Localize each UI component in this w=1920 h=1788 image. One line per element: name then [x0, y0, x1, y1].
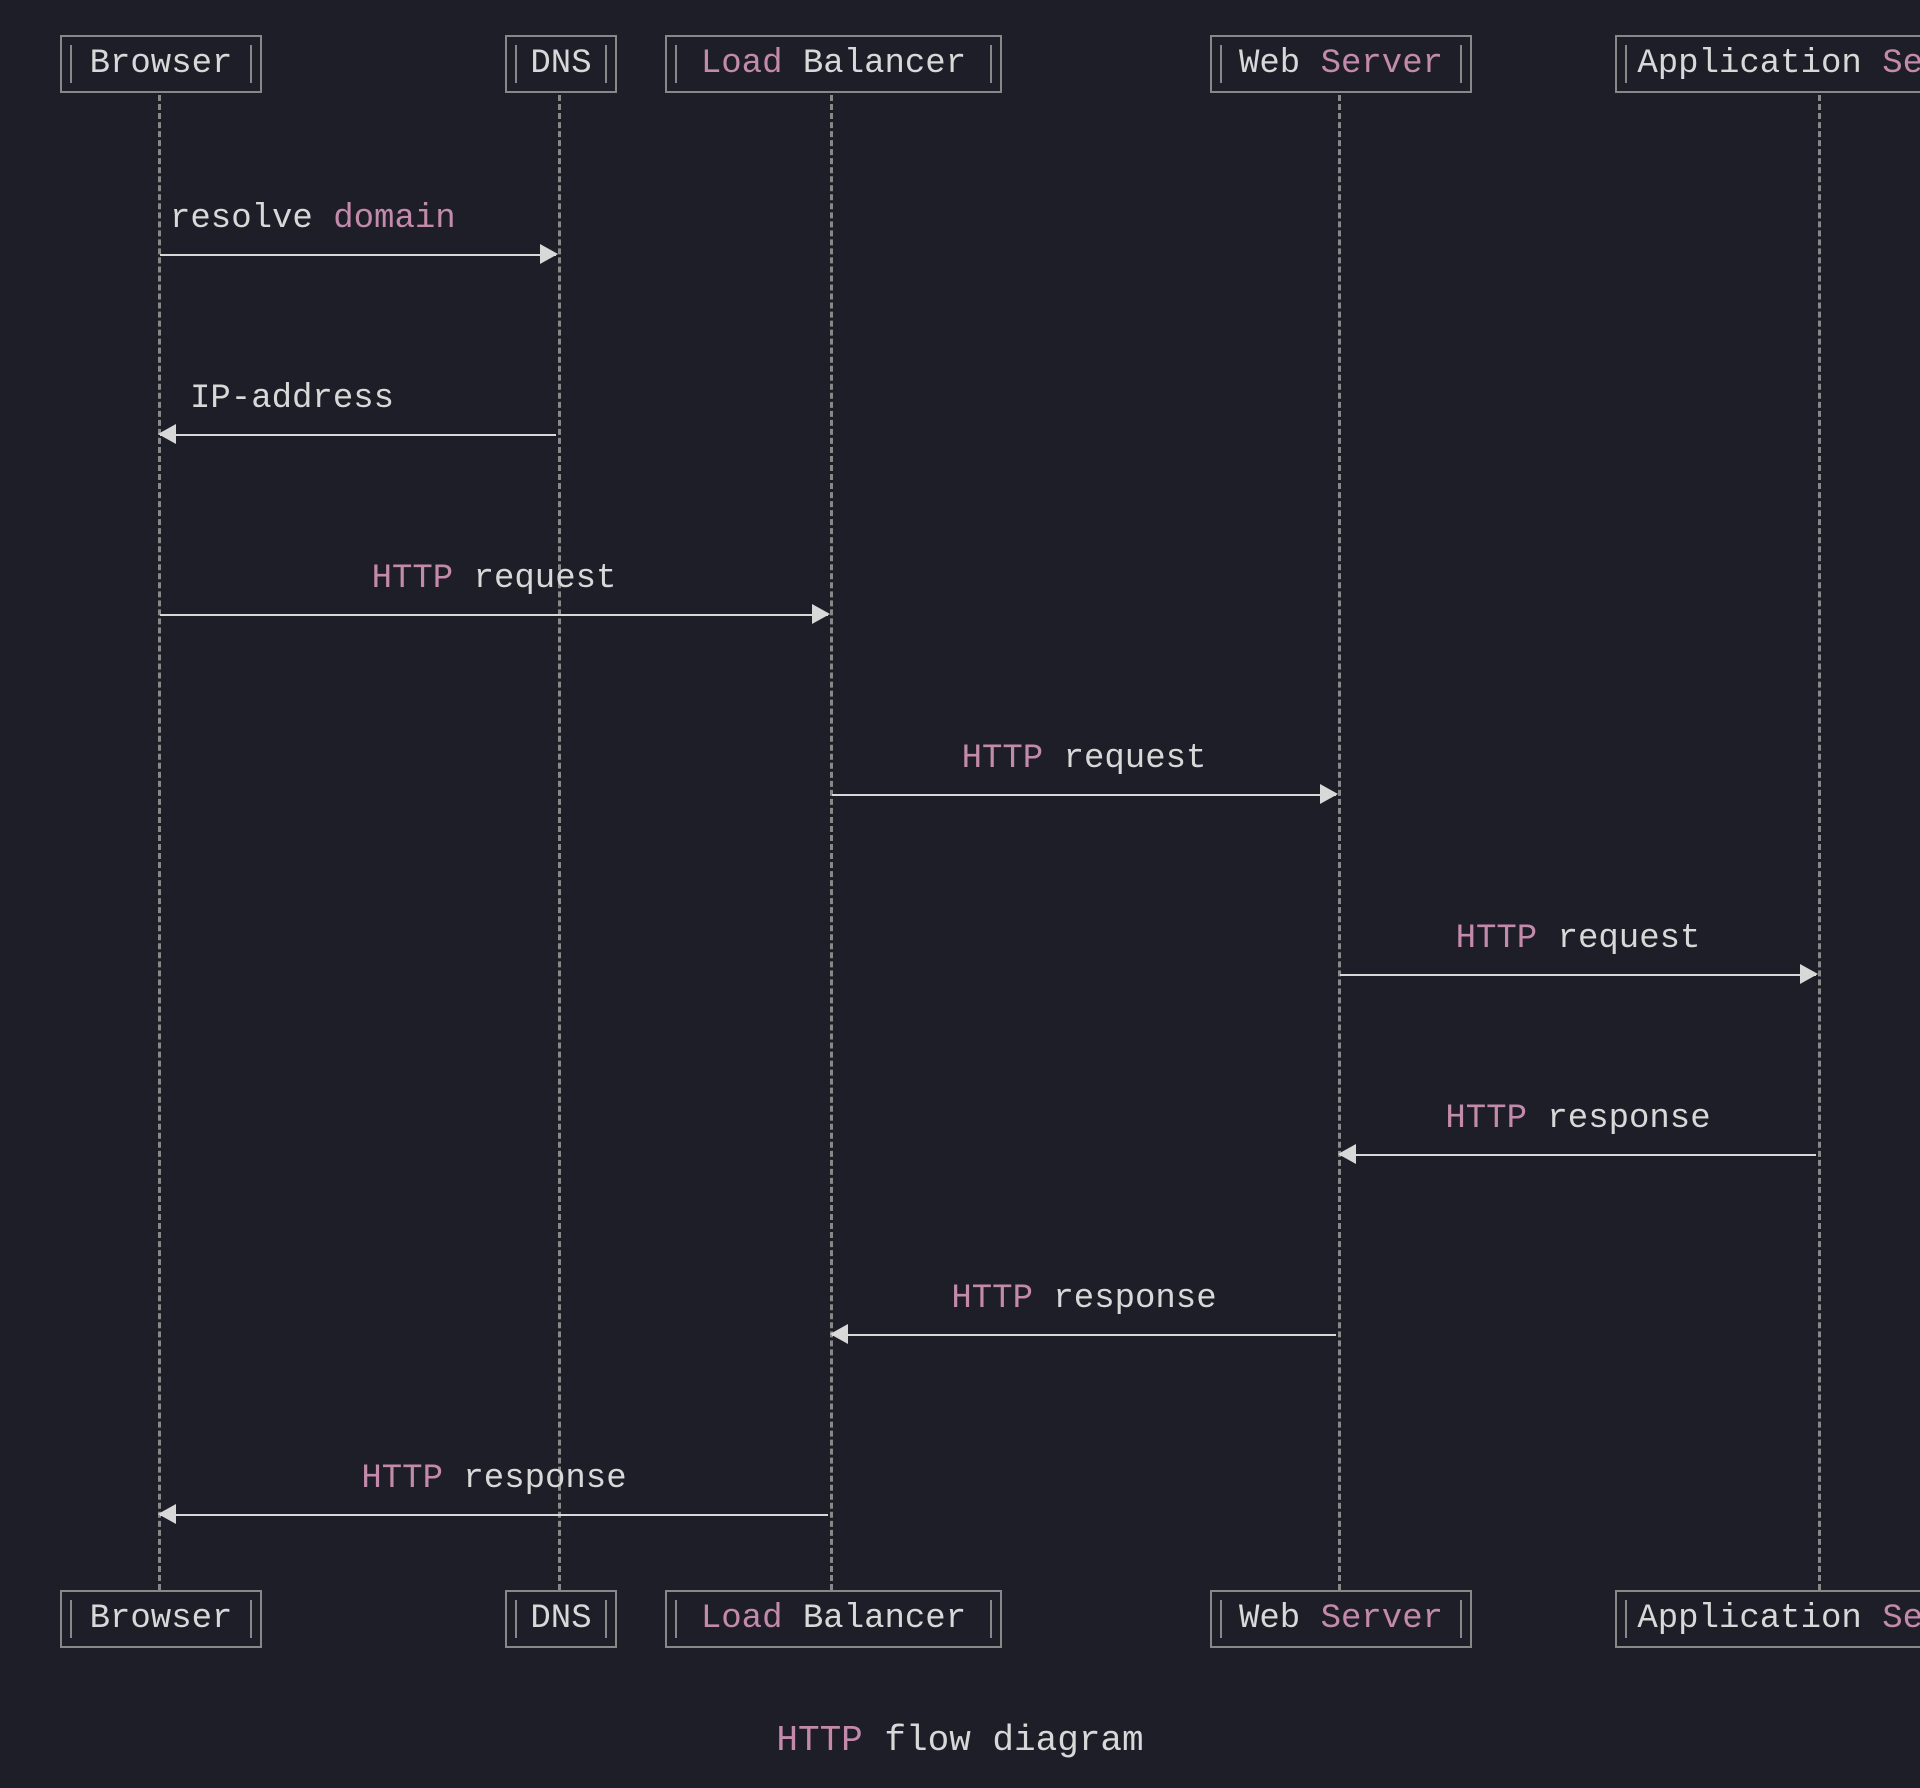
participant-label: Application	[1637, 45, 1861, 83]
participant-label-2: Server	[1321, 45, 1443, 83]
msg-label-1: IP-address	[190, 380, 394, 418]
msg-label-1: HTTP	[361, 1460, 443, 1498]
msg-http-response-2: HTTP response	[832, 1280, 1336, 1360]
msg-label-1: HTTP	[951, 1280, 1033, 1318]
participant-label-2: Balancer	[803, 45, 966, 83]
participant-label-2: Balancer	[803, 1600, 966, 1638]
participant-label: Application	[1637, 1600, 1861, 1638]
participant-lb-bottom: Load Balancer	[665, 1590, 1002, 1648]
msg-http-request-1: HTTP request	[160, 560, 828, 640]
participant-label: DNS	[530, 1600, 591, 1638]
participant-lb-top: Load Balancer	[665, 35, 1002, 93]
msg-http-request-2: HTTP request	[832, 740, 1336, 820]
msg-label-1: resolve	[170, 200, 313, 238]
msg-label-1: HTTP	[372, 560, 454, 598]
msg-label-2: request	[1558, 920, 1701, 958]
lifeline-lb	[830, 95, 833, 1590]
msg-http-response-1: HTTP response	[1340, 1100, 1816, 1180]
msg-label-1: HTTP	[1456, 920, 1538, 958]
msg-label-2: request	[1064, 740, 1207, 778]
lifeline-browser	[158, 95, 161, 1590]
participant-label: Browser	[90, 1600, 233, 1638]
caption-1: HTTP	[776, 1720, 862, 1761]
participant-label: DNS	[530, 45, 591, 83]
msg-label-2: domain	[333, 200, 455, 238]
msg-http-request-3: HTTP request	[1340, 920, 1816, 1000]
participant-label: Web	[1239, 1600, 1300, 1638]
participant-web-bottom: Web Server	[1210, 1590, 1472, 1648]
msg-label-2: request	[474, 560, 617, 598]
participant-label-2: Server	[1321, 1600, 1443, 1638]
participant-label-2: Server	[1882, 45, 1920, 83]
participant-browser-top: Browser	[60, 35, 262, 93]
msg-label-2: response	[1547, 1100, 1710, 1138]
participant-dns-top: DNS	[505, 35, 617, 93]
participant-label: Load	[701, 45, 783, 83]
msg-label-1: HTTP	[962, 740, 1044, 778]
participant-app-top: Application Server	[1615, 35, 1920, 93]
lifeline-dns	[558, 95, 561, 1590]
msg-label-2: response	[1053, 1280, 1216, 1318]
participant-label: Browser	[90, 45, 233, 83]
lifeline-app	[1818, 95, 1821, 1590]
participant-app-bottom: Application Server	[1615, 1590, 1920, 1648]
participant-browser-bottom: Browser	[60, 1590, 262, 1648]
participant-dns-bottom: DNS	[505, 1590, 617, 1648]
lifeline-web	[1338, 95, 1341, 1590]
diagram-caption: HTTP flow diagram	[0, 1720, 1920, 1761]
msg-ip-address: IP-address	[160, 380, 556, 460]
msg-resolve-domain: resolve domain	[160, 200, 556, 280]
participant-label-2: Server	[1882, 1600, 1920, 1638]
msg-http-response-3: HTTP response	[160, 1460, 828, 1540]
participant-label: Web	[1239, 45, 1300, 83]
msg-label-1: HTTP	[1445, 1100, 1527, 1138]
participant-web-top: Web Server	[1210, 35, 1472, 93]
sequence-diagram: Browser DNS Load Balancer Web Server App…	[0, 0, 1920, 1788]
participant-label: Load	[701, 1600, 783, 1638]
msg-label-2: response	[463, 1460, 626, 1498]
caption-2: flow diagram	[884, 1720, 1143, 1761]
